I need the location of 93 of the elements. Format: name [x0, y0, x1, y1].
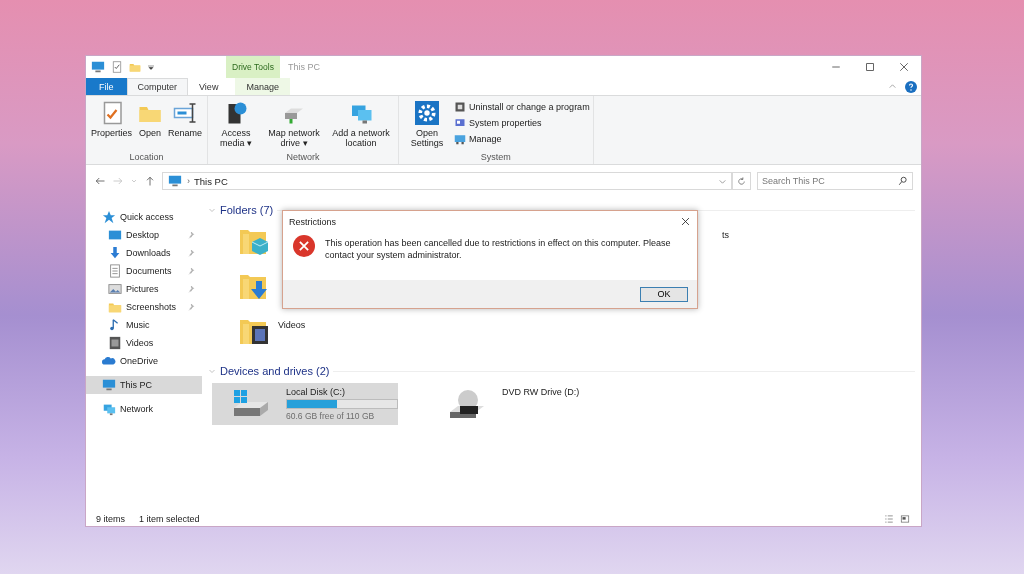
address-bar[interactable]: › This PC: [162, 172, 732, 190]
forward-arrow-icon: [112, 175, 124, 187]
rename-icon: [173, 101, 198, 125]
program-icon: [454, 101, 467, 113]
document-icon: [108, 264, 122, 278]
ribbon-button[interactable]: Access media ▾: [211, 99, 262, 150]
computer-icon: [91, 60, 105, 74]
dialog-title: Restrictions: [289, 216, 336, 227]
ribbon-tab[interactable]: View: [188, 78, 230, 95]
close-icon: [898, 61, 910, 73]
ribbon-button[interactable]: Uninstall or change a program: [454, 101, 590, 113]
ok-button[interactable]: OK: [640, 286, 688, 302]
drive-tile[interactable]: Local Disk (C:) 60.6 GB free of 110 GB: [212, 383, 398, 425]
section-heading[interactable]: Folders (7): [220, 204, 274, 216]
ribbon-tab[interactable]: Computer: [126, 78, 189, 95]
nav-item[interactable]: Music: [86, 316, 202, 334]
free-space-text: 60.6 GB free of 110 GB: [286, 411, 376, 421]
caret-icon: [147, 63, 155, 71]
computer-icon: [454, 133, 467, 145]
recent-button[interactable]: [130, 177, 138, 185]
settings-icon: [415, 101, 440, 125]
computer-icon: [167, 174, 183, 188]
nav-item[interactable]: Downloads: [86, 244, 202, 262]
search-field[interactable]: Search This PC: [757, 172, 913, 190]
chevron-down-icon: [208, 206, 216, 214]
properties-button[interactable]: [111, 61, 123, 73]
system-icon: [454, 117, 467, 129]
nav-item[interactable]: Videos: [86, 334, 202, 352]
new-folder-button[interactable]: [129, 61, 141, 73]
ribbon-button[interactable]: Manage: [454, 133, 590, 145]
drive-tile[interactable]: DVD RW Drive (D:): [428, 383, 614, 425]
group-label: Network: [285, 152, 321, 164]
back-button[interactable]: [94, 175, 106, 187]
error-icon: [293, 235, 315, 257]
folder-label: ts: [722, 229, 729, 240]
ribbon-tab[interactable]: Manage: [235, 78, 290, 95]
computer-icon: [102, 378, 116, 392]
item-count: 9 items: [96, 514, 125, 524]
refresh-icon: [736, 175, 747, 187]
details-view-button[interactable]: [883, 514, 895, 524]
folder-label: Videos: [278, 319, 306, 330]
chevron-down-icon: [208, 367, 216, 375]
help-icon: [905, 80, 917, 93]
window-title: This PC: [286, 62, 321, 72]
thumbnail-icon: [899, 514, 911, 524]
context-tab-header: Drive Tools: [226, 56, 280, 78]
ribbon-button[interactable]: Open Settings: [402, 99, 453, 150]
ribbon-button[interactable]: Rename: [166, 99, 205, 140]
nav-item[interactable]: Desktop: [86, 226, 202, 244]
back-arrow-icon: [94, 175, 106, 187]
up-arrow-icon: [144, 175, 156, 187]
ribbon-button[interactable]: Open: [136, 99, 165, 140]
group-label: System: [479, 152, 512, 164]
ribbon-tab[interactable]: File: [86, 78, 127, 95]
star-icon: [102, 210, 116, 224]
ribbon-button[interactable]: Properties: [89, 99, 135, 140]
checklist-icon: [111, 61, 123, 73]
picture-icon: [108, 282, 122, 296]
cloud-icon: [102, 354, 116, 368]
error-message: This operation has been cancelled due to restrictions in effect on this computer. Please contact your system administrator.: [325, 237, 672, 261]
close-icon: [680, 216, 691, 227]
close-button[interactable]: [680, 216, 691, 227]
nav-item[interactable]: Screenshots: [86, 298, 202, 316]
ribbon-button[interactable]: System properties: [454, 117, 590, 129]
nav-item[interactable]: Network: [86, 400, 202, 418]
selection-count: 1 item selected: [139, 514, 200, 524]
ribbon-button[interactable]: Add a network location: [327, 99, 396, 150]
drive-name: DVD RW Drive (D:): [502, 387, 581, 397]
desktop-icon: [108, 228, 122, 242]
nav-item[interactable]: Pictures: [86, 280, 202, 298]
list-icon: [883, 514, 895, 524]
nav-item[interactable]: This PC: [86, 376, 202, 394]
dropdown-button[interactable]: [147, 63, 155, 71]
up-button[interactable]: [144, 175, 156, 187]
nav-item[interactable]: Quick access: [86, 208, 202, 226]
drive-name: Local Disk (C:): [286, 387, 346, 397]
group-label: Location: [128, 152, 165, 164]
breadcrumb-separator: ›: [187, 176, 190, 186]
folder-icon: [129, 61, 141, 73]
chevron-down-icon: [130, 177, 138, 185]
ribbon-button[interactable]: Map network drive ▾: [263, 99, 326, 150]
large-icons-view-button[interactable]: [899, 514, 911, 524]
refresh-button[interactable]: [732, 172, 751, 190]
section-heading[interactable]: Devices and drives (2): [220, 365, 330, 377]
chevron-up-icon: [888, 82, 897, 91]
search-icon: [898, 176, 908, 186]
breadcrumb[interactable]: This PC: [194, 175, 228, 187]
film-icon: [108, 336, 122, 350]
network-icon: [102, 402, 116, 416]
nav-item[interactable]: OneDrive: [86, 352, 202, 370]
nav-item[interactable]: Documents: [86, 262, 202, 280]
maximize-icon: [864, 61, 876, 73]
download-arrow-icon: [108, 246, 122, 260]
